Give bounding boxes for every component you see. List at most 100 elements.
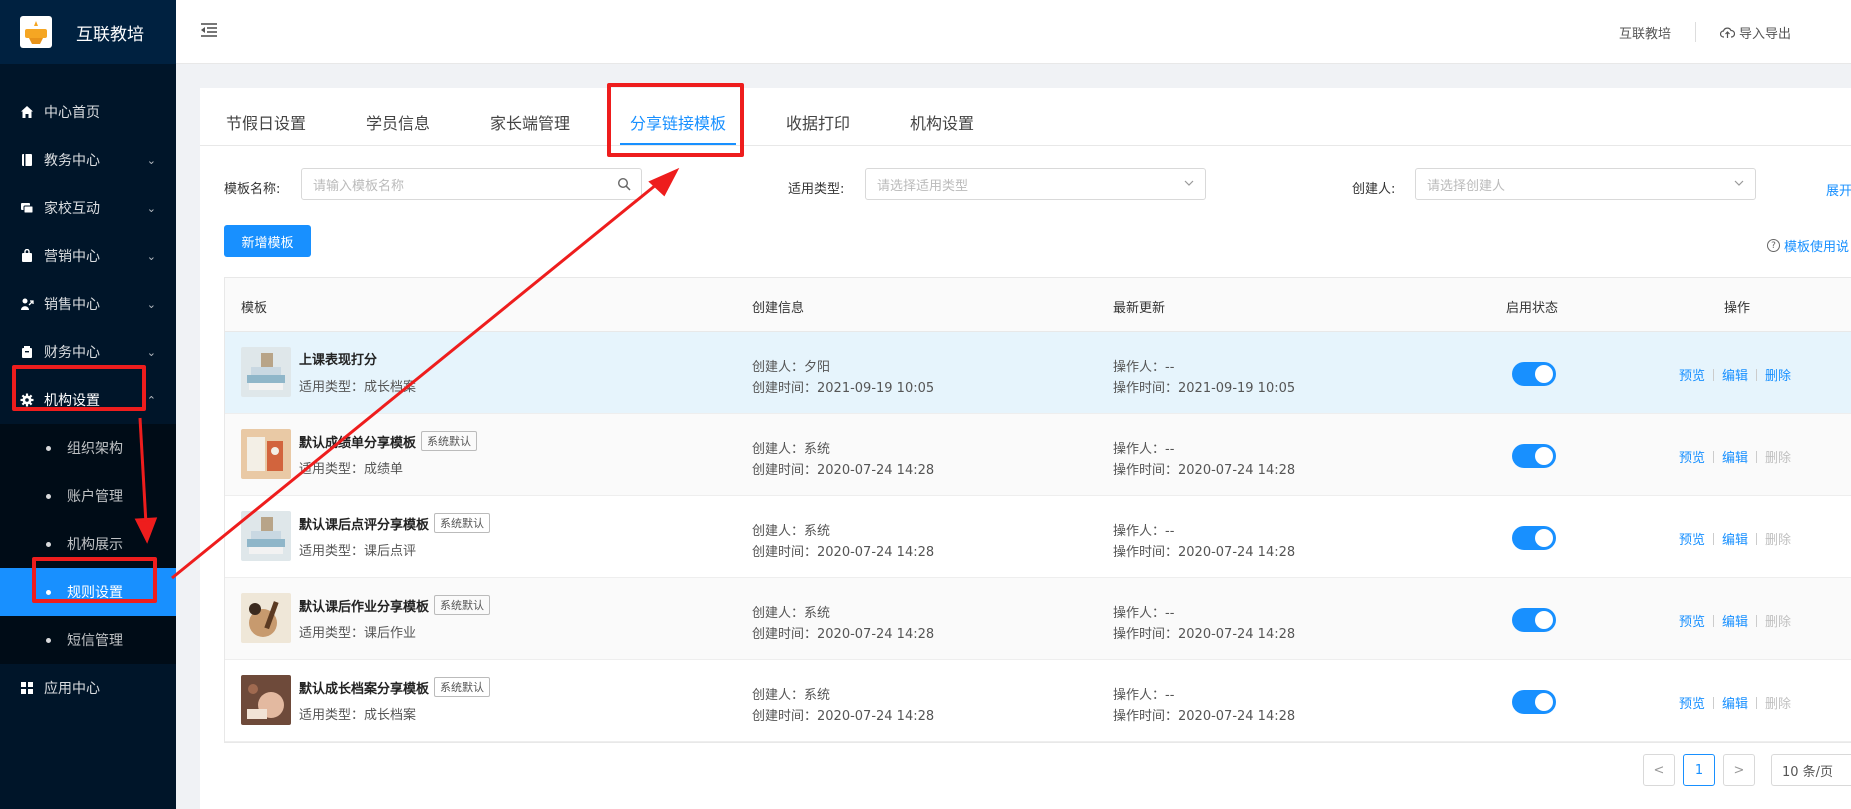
tab-holiday[interactable]: 节假日设置 [226,110,306,134]
search-icon[interactable] [617,177,631,195]
row-actions: 预览 编辑 删除 [1679,365,1791,384]
book-icon [20,153,34,167]
tab-org-settings[interactable]: 机构设置 [910,110,974,134]
update-info: 操作人：-- 操作时间：2020-07-24 14:28 [1113,439,1295,481]
template-type: 适用类型：成长档案 [299,708,417,723]
template-name: 上课表现打分 [299,349,377,368]
next-page-button[interactable]: > [1723,754,1755,786]
updated-time-text: 操作时间：2020-07-24 14:28 [1113,463,1296,478]
creator-text: 创建人：系统 [752,688,831,703]
chevron-down-icon: ⌄ [146,153,156,167]
template-name-input[interactable]: 请输入模板名称 [301,168,642,200]
enable-toggle[interactable] [1512,608,1556,632]
action-divider [1756,614,1758,627]
sidebar-item-marketing[interactable]: 营销中心 ⌄ [0,232,176,280]
operator-text: 操作人：-- [1113,524,1175,539]
sidebar-item-label: 教务中心 [44,153,100,169]
page-1-button[interactable]: 1 [1683,754,1715,786]
sidebar-subitem-showcase[interactable]: 机构展示 [0,520,176,568]
template-help-link[interactable]: ? 模板使用说 [1767,236,1849,255]
preview-button[interactable]: 预览 [1679,611,1705,630]
updated-time-text: 操作时间：2020-07-24 14:28 [1113,627,1296,642]
enable-toggle[interactable] [1512,362,1556,386]
tab-student-info[interactable]: 学员信息 [366,110,430,134]
sidebar: 互联教培 中心首页 教务中心 ⌄ 家校互动 ⌄ 营销中心 ⌄ 销售中心 ⌄ 财务… [0,0,176,809]
edit-button[interactable]: 编辑 [1722,693,1748,712]
creator-select[interactable]: 请选择创建人 [1415,168,1756,200]
preview-button[interactable]: 预览 [1679,365,1705,384]
template-thumbnail [241,347,291,397]
sidebar-item-label: 销售中心 [44,297,100,313]
bullet-icon [46,493,51,499]
bullet-icon [46,445,51,451]
org-name-link[interactable]: 互联教培 [1619,23,1671,42]
gear-icon [20,393,34,407]
operator-text: 操作人：-- [1113,606,1175,621]
sidebar-subitem-org-structure[interactable]: 组织架构 [0,424,176,472]
import-export-button[interactable]: 导入导出 [1719,23,1791,42]
creator-text: 创建人：系统 [752,442,831,457]
toggle-knob [1535,365,1553,383]
prev-page-button[interactable]: < [1643,754,1675,786]
created-time-text: 创建时间：2020-07-24 14:28 [752,709,935,724]
preview-button[interactable]: 预览 [1679,529,1705,548]
tab-active-indicator [620,143,736,145]
sidebar-item-label: 中心首页 [44,105,100,121]
system-default-badge: 系统默认 [434,677,491,697]
edit-button[interactable]: 编辑 [1722,611,1748,630]
sidebar-item-app-center[interactable]: 应用中心 [0,664,176,712]
template-name-text: 上课表现打分 [299,353,378,368]
enable-toggle[interactable] [1512,690,1556,714]
edit-button[interactable]: 编辑 [1722,447,1748,466]
delete-button[interactable]: 删除 [1765,365,1791,384]
sidebar-item-home-school[interactable]: 家校互动 ⌄ [0,184,176,232]
enable-toggle[interactable] [1512,444,1556,468]
type-placeholder: 请选择适用类型 [877,178,969,194]
template-thumbnail [241,511,291,561]
edit-button[interactable]: 编辑 [1722,365,1748,384]
template-name-text: 默认课后作业分享模板 [299,599,430,615]
add-template-button[interactable]: 新增模板 [224,225,311,257]
sidebar-item-org-settings[interactable]: 机构设置 ⌃ [0,376,176,424]
sidebar-item-home[interactable]: 中心首页 [0,88,176,136]
expand-filters-link[interactable]: 展开 [1826,180,1851,199]
chevron-down-icon: ⌄ [146,201,156,215]
sidebar-item-label: 家校互动 [44,201,100,217]
sidebar-item-academic[interactable]: 教务中心 ⌄ [0,136,176,184]
sidebar-subitem-rules[interactable]: 规则设置 [0,568,176,616]
import-export-label: 导入导出 [1738,26,1791,42]
creator-placeholder: 请选择创建人 [1427,178,1506,194]
action-divider [1713,614,1715,627]
preview-button[interactable]: 预览 [1679,693,1705,712]
type-select[interactable]: 请选择适用类型 [865,168,1206,200]
tab-share-link-template[interactable]: 分享链接模板 [630,110,726,134]
sidebar-subitem-accounts[interactable]: 账户管理 [0,472,176,520]
sidebar-item-label: 财务中心 [44,345,100,361]
action-divider [1756,450,1758,463]
sidebar-item-sales[interactable]: 销售中心 ⌄ [0,280,176,328]
app-name: 互联教培 [76,24,144,45]
template-type: 适用类型：成长档案 [299,380,417,395]
update-info: 操作人：-- 操作时间：2020-07-24 14:28 [1113,521,1295,563]
preview-button[interactable]: 预览 [1679,447,1705,466]
created-time-text: 创建时间：2021-09-19 10:05 [752,381,935,396]
action-divider [1713,450,1715,463]
bullet-icon [46,589,51,595]
page-size-select[interactable]: 10 条/页 [1771,754,1851,786]
sidebar-subitem-sms[interactable]: 短信管理 [0,616,176,664]
tab-parent-portal[interactable]: 家长端管理 [490,110,570,134]
template-name: 默认成长档案分享模板 系统默认 [299,677,491,697]
edit-button[interactable]: 编辑 [1722,529,1748,548]
sidebar-subitem-label: 机构展示 [67,537,123,553]
menu-fold-icon[interactable] [200,22,218,42]
enable-toggle[interactable] [1512,526,1556,550]
chevron-down-icon: ⌄ [146,297,156,311]
table-row: 默认成绩单分享模板 系统默认 适用类型：成绩单 创建人：系统 创建时间：2020… [225,414,1851,496]
wallet-icon [20,345,34,359]
action-divider [1713,368,1715,381]
tab-receipt-print[interactable]: 收据打印 [786,110,850,134]
table-header: 模板 创建信息 最新更新 启用状态 操作 [225,278,1851,332]
create-info: 创建人：系统 创建时间：2020-07-24 14:28 [752,521,934,563]
row-actions: 预览 编辑 删除 [1679,447,1791,466]
sidebar-item-finance[interactable]: 财务中心 ⌄ [0,328,176,376]
